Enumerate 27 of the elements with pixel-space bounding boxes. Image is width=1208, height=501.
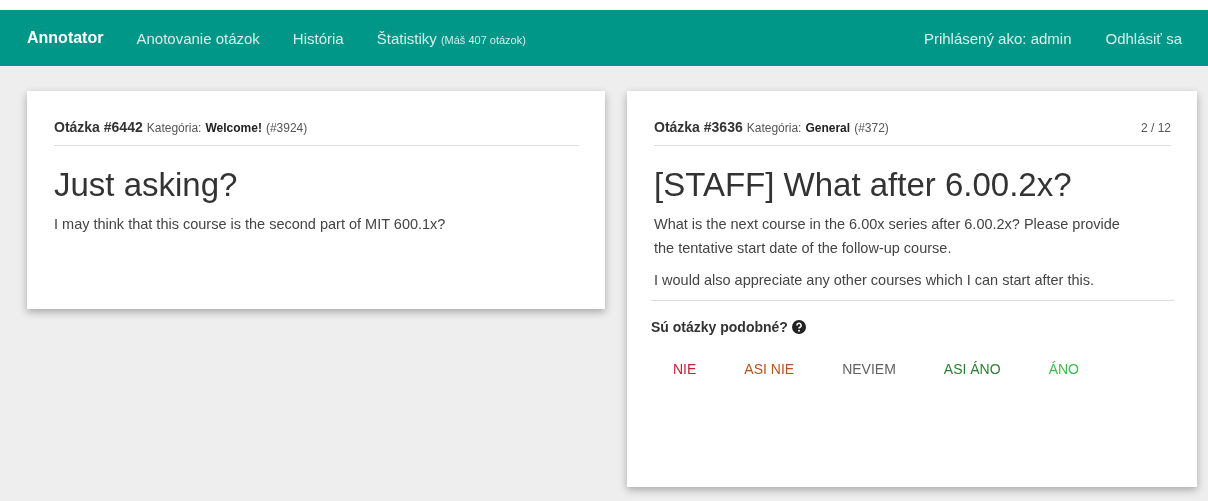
nav-link[interactable]: História [292,29,344,47]
answer-button[interactable]: ÁNO [1036,355,1091,383]
logout-link[interactable]: Odhlásiť sa [1105,29,1182,47]
category-id: (#3924) [265,121,308,135]
nav-link[interactable]: Štatistiky (Máš 407 otázok) [376,29,526,47]
question-number: Otázka #3636 [654,119,743,135]
question-text: I may think that this course is the second part of MIT 600.1x? [54,215,447,234]
answer-button[interactable]: ASI ÁNO [931,355,1013,383]
category-label: Kategória: [746,121,802,135]
question-text: I would also appreciate any other courses which I can start after this. [654,271,1096,290]
logged-in-user: Prihlásený ako: admin [923,29,1072,47]
category-name: Welcome! [205,121,262,135]
similarity-prompt: Sú otázky podobné? [651,319,788,335]
answer-button[interactable]: ASI NIE [732,355,807,383]
category-id: (#372) [854,121,889,135]
category-name: General [805,121,851,135]
question-title: Just asking? [54,166,239,204]
category-label: Kategória: [146,121,202,135]
question-text: What is the next course in the 6.00x series after 6.00.2x? Please provide the tentative start date of the follow-up course. [654,215,1121,258]
question-counter: 2 / 12 [1140,121,1171,135]
question-title: [STAFF] What after 6.00.2x? [654,166,1073,204]
help-icon[interactable] [791,320,806,334]
answer-button[interactable]: NIE [661,355,709,383]
answer-button[interactable]: NEVIEM [830,355,908,383]
nav-link[interactable]: Anotovanie otázok [136,29,260,47]
brand-link[interactable]: Annotator [27,29,104,47]
question-number: Otázka #6442 [54,119,143,135]
